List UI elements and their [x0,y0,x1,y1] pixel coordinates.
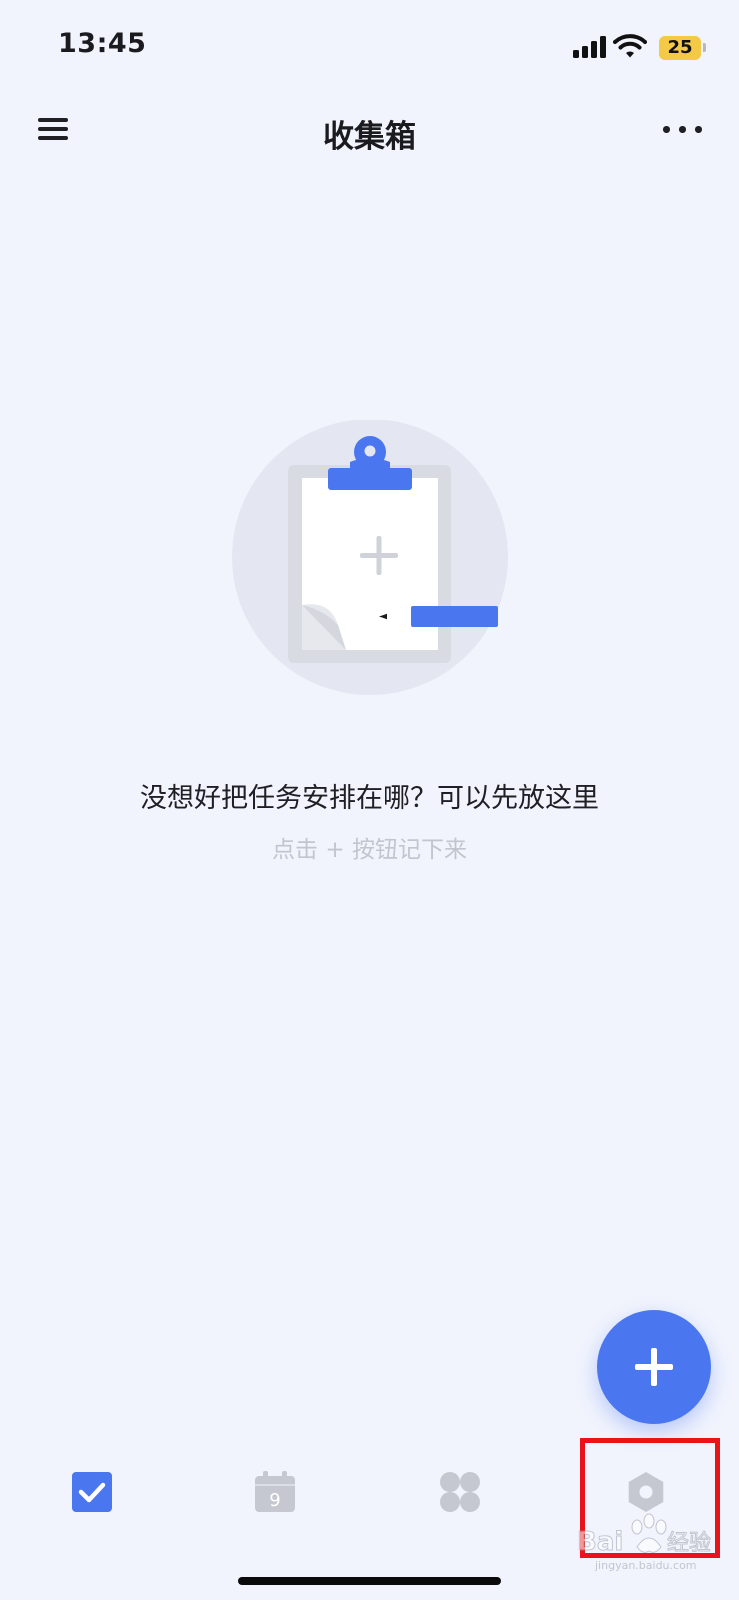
svg-text:经验: 经验 [667,1531,711,1556]
status-time: 13:45 [58,28,147,59]
apps-grid-icon[interactable] [438,1470,482,1514]
page-title: 收集箱 [323,119,416,155]
empty-state-hint: 点击 + 按钮记下来 [272,837,467,863]
empty-state-title: 没想好把任务安排在哪？可以先放这里 [140,783,599,814]
more-icon[interactable] [661,115,705,143]
svg-text:Bai: Bai [577,1527,623,1557]
add-task-button[interactable] [597,1310,711,1424]
calendar-day: 9 [269,1490,280,1511]
plus-icon-vertical [651,1348,657,1386]
battery-icon: 25 [659,36,701,60]
svg-text:jingyan.baidu.com: jingyan.baidu.com [594,1559,697,1572]
signal-icon [573,36,607,58]
baidu-watermark-logo: Bai 经验 jingyan.baidu.com [577,1513,712,1572]
status-bar: 13:45 25 [0,0,739,95]
calendar-icon[interactable]: 9 [253,1470,297,1514]
header: 收集箱 [0,95,739,165]
battery-cap [703,43,706,52]
home-indicator[interactable] [238,1577,501,1585]
checkbox-icon[interactable] [70,1470,114,1514]
clipboard-pencil-illustration [232,420,508,695]
wifi-icon [613,34,647,58]
